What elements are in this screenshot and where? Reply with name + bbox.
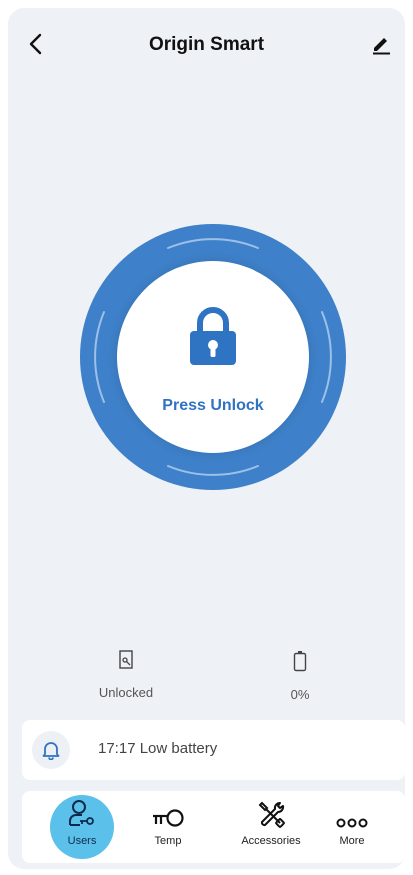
user-key-icon: [69, 800, 94, 826]
bell-icon: [42, 742, 60, 760]
nav-item-accessories[interactable]: Accessories: [235, 795, 307, 859]
alert-card[interactable]: 17:17 Low battery: [22, 720, 405, 780]
bottom-nav: Users Temp Accessories More: [22, 791, 405, 863]
battery-icon: [293, 651, 307, 672]
tools-icon: [258, 801, 285, 828]
padlock-icon: [190, 307, 236, 365]
page-title: Origin Smart: [148, 34, 265, 55]
pencil-icon: [373, 38, 390, 55]
battery-stat: 0%: [240, 650, 360, 702]
nav-item-users[interactable]: Users: [50, 795, 114, 859]
unlock-button-core[interactable]: Press Unlock: [117, 261, 309, 453]
edit-button[interactable]: [367, 30, 395, 58]
press-unlock-label: Press Unlock: [162, 397, 264, 414]
nav-item-more[interactable]: More: [320, 795, 384, 859]
nav-item-temp[interactable]: Temp: [136, 795, 200, 859]
more-dots-icon: [336, 818, 368, 828]
unlock-button[interactable]: Press Unlock: [80, 224, 346, 490]
temp-key-icon: [153, 809, 184, 827]
nav-label-more: More: [339, 835, 365, 847]
battery-level-label: 0%: [290, 687, 310, 702]
nav-label-accessories: Accessories: [241, 835, 301, 847]
nav-label-users: Users: [67, 835, 97, 847]
lock-state-stat: Unlocked: [66, 650, 186, 700]
door-sensor-icon: [119, 650, 133, 669]
alert-text: 17:17 Low battery: [98, 740, 218, 757]
lock-state-label: Unlocked: [98, 685, 154, 700]
alert-bell: [32, 731, 70, 769]
app-screen: Origin Smart Press Unlock Unlocked 0% 17…: [8, 8, 405, 869]
header: Origin Smart: [8, 8, 405, 80]
nav-label-temp: Temp: [154, 835, 182, 847]
